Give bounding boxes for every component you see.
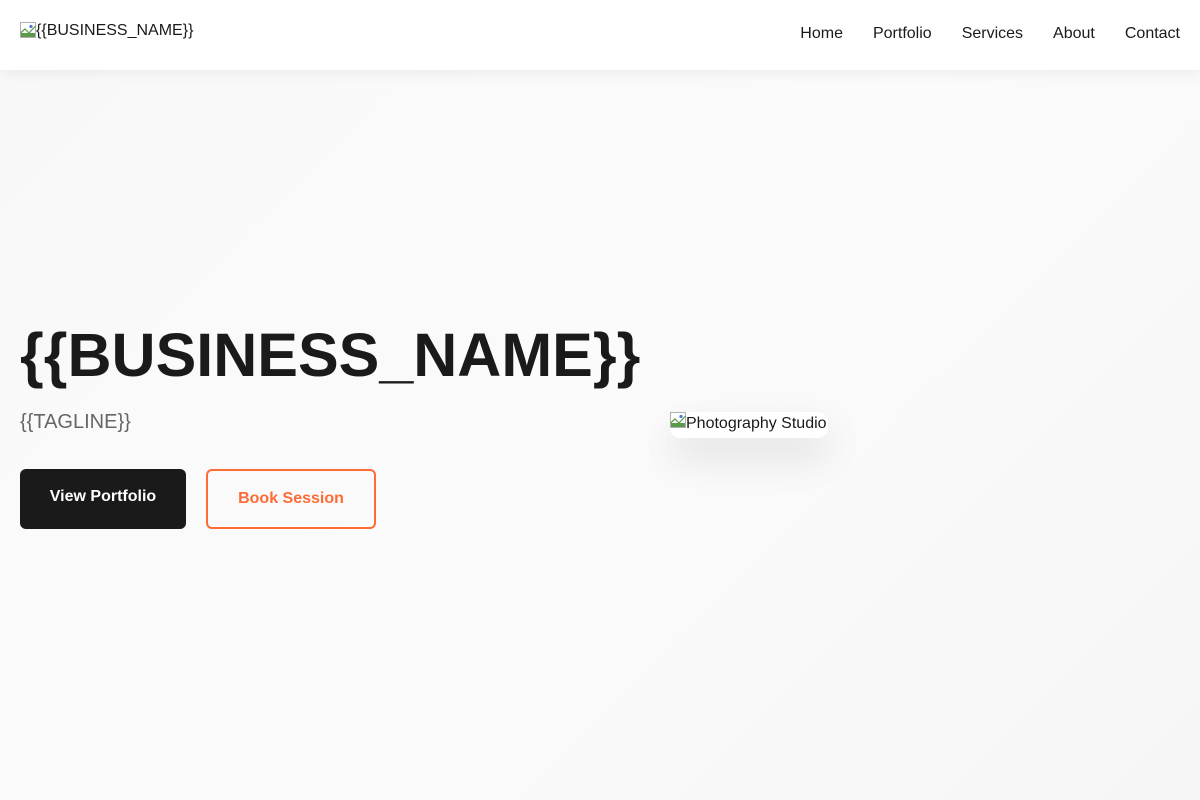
nav-home[interactable]: Home (800, 24, 843, 44)
broken-image-icon (20, 22, 36, 38)
site-header: {{BUSINESS_NAME}} Home Portfolio Service… (0, 0, 1200, 70)
hero-image: Photography Studio (670, 412, 828, 438)
hero-image-alt-text: Photography Studio (686, 415, 827, 432)
nav-about[interactable]: About (1053, 24, 1095, 44)
nav-services[interactable]: Services (962, 24, 1023, 44)
view-portfolio-button[interactable]: View Portfolio (20, 469, 186, 529)
hero-tagline: {{TAGLINE}} (20, 411, 131, 433)
logo-link[interactable]: {{BUSINESS_NAME}} (20, 22, 193, 40)
broken-image-icon (670, 412, 686, 428)
main-nav: Home Portfolio Services About Contact (800, 24, 1180, 44)
hero-title: {{BUSINESS_NAME}} (20, 321, 641, 389)
nav-portfolio[interactable]: Portfolio (873, 24, 932, 44)
nav-contact[interactable]: Contact (1125, 24, 1180, 44)
logo-alt-text: {{BUSINESS_NAME}} (36, 22, 194, 39)
book-session-button[interactable]: Book Session (206, 469, 376, 529)
